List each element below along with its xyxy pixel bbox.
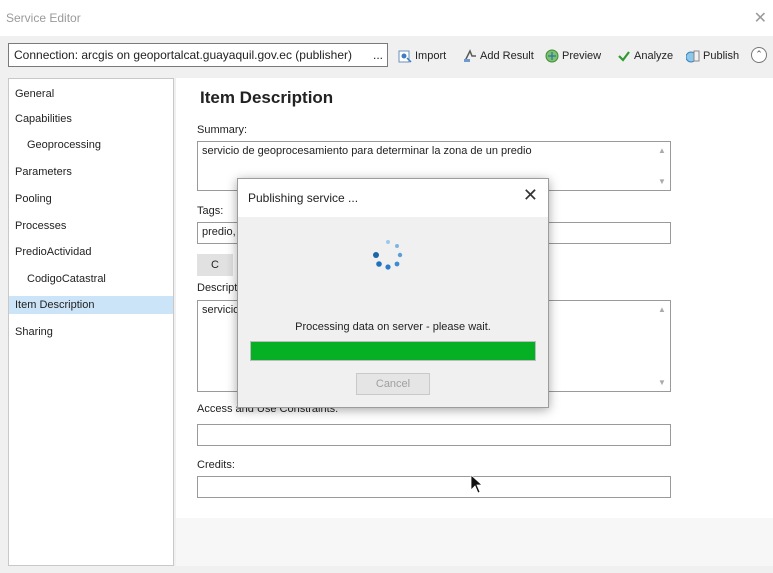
title-bar: Service Editor ✕ (0, 0, 773, 36)
sidebar-item-pooling[interactable]: Pooling (15, 190, 52, 208)
connection-label: Connection: arcgis on geoportalcat.guaya… (14, 48, 352, 62)
sidebar-item-item-description[interactable]: Item Description (9, 296, 173, 314)
import-button[interactable]: Import (398, 47, 446, 65)
tags-label: Tags: (197, 205, 224, 217)
description-label: Descript (197, 282, 238, 294)
dialog-title: Publishing service ... (248, 191, 359, 205)
summary-scrollbar[interactable]: ▲ ▼ (656, 144, 668, 188)
mouse-pointer-icon (470, 474, 484, 494)
add-result-label: Add Result (480, 50, 534, 62)
analyze-label: Analyze (634, 50, 674, 62)
sidebar-item-processes[interactable]: Processes (15, 217, 66, 235)
scroll-down-icon[interactable]: ▼ (656, 177, 668, 186)
access-constraints-field[interactable] (197, 424, 671, 446)
summary-value: servicio de geoprocesamiento para determ… (202, 145, 532, 157)
page-title: Item Description (200, 88, 334, 107)
window-close-button[interactable]: ✕ (754, 8, 767, 28)
panel-footer (176, 518, 773, 566)
summary-label: Summary: (197, 124, 248, 136)
publish-label: Publish (703, 50, 740, 62)
dialog-close-button[interactable]: ✕ (523, 185, 538, 206)
sidebar-item-sharing[interactable]: Sharing (15, 323, 53, 341)
sidebar-item-capabilities[interactable]: Capabilities (15, 110, 72, 128)
description-value: servicio (202, 304, 240, 316)
scroll-down-icon[interactable]: ▼ (656, 378, 668, 387)
preview-label: Preview (562, 50, 602, 62)
credits-label: Credits: (197, 459, 235, 471)
toolbar: Connection: arcgis on geoportalcat.guaya… (0, 37, 773, 75)
sidebar: General Capabilities Geoprocessing Param… (8, 78, 174, 566)
import-icon (398, 50, 412, 63)
dialog-message: Processing data on server - please wait. (295, 321, 491, 333)
publishing-dialog: Publishing service ... ✕ Processing data… (237, 178, 549, 408)
loading-spinner-icon (373, 240, 403, 270)
progress-bar-fill (251, 342, 535, 360)
description-scrollbar[interactable]: ▲ ▼ (656, 303, 668, 389)
scroll-up-icon[interactable]: ▲ (656, 305, 668, 314)
cancel-button[interactable]: Cancel (356, 373, 430, 395)
tags-value: predio, (202, 226, 236, 238)
scroll-up-icon[interactable]: ▲ (656, 146, 668, 155)
sidebar-item-general[interactable]: General (15, 85, 54, 103)
add-result-icon (464, 49, 476, 62)
sidebar-item-parameters[interactable]: Parameters (15, 163, 72, 181)
progress-bar (250, 341, 536, 361)
dialog-body: Processing data on server - please wait.… (238, 217, 548, 407)
sidebar-item-codigocatastral[interactable]: CodigoCatastral (27, 270, 106, 288)
publish-button[interactable]: Publish (686, 47, 739, 65)
preview-icon (545, 49, 559, 63)
preview-button[interactable]: Preview (545, 47, 601, 65)
sidebar-item-geoprocessing[interactable]: Geoprocessing (27, 136, 101, 154)
credits-field[interactable] (197, 476, 671, 498)
publish-icon (686, 50, 700, 63)
import-label: Import (415, 50, 447, 62)
connection-field[interactable]: Connection: arcgis on geoportalcat.guaya… (8, 43, 388, 67)
analyze-button[interactable]: Analyze (617, 47, 673, 65)
tags-button[interactable]: C (197, 254, 233, 276)
window-title: Service Editor (6, 11, 81, 25)
connection-more-button[interactable]: ... (373, 44, 383, 66)
add-result-button[interactable]: Add Result (463, 47, 534, 65)
checkmark-icon (618, 51, 630, 62)
sidebar-item-predioactividad[interactable]: PredioActividad (15, 243, 91, 261)
collapse-button[interactable]: ⌃ (751, 47, 767, 63)
